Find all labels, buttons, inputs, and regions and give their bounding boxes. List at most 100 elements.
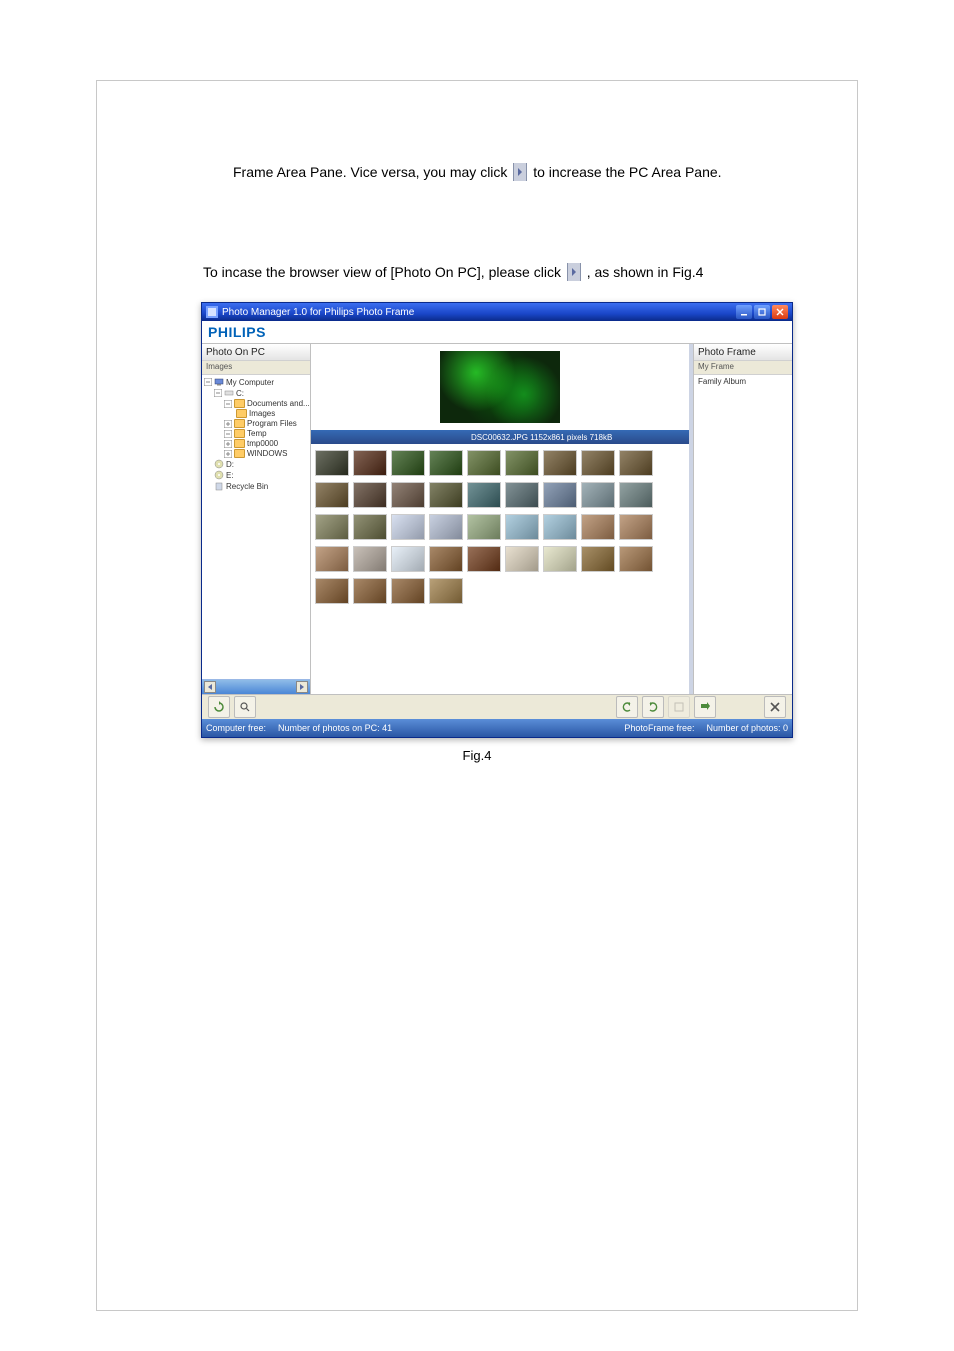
- preview-status: DSC00632.JPG 1152x861 pixels 718kB: [311, 430, 689, 444]
- thumbnail[interactable]: [315, 450, 349, 476]
- thumbnail[interactable]: [429, 546, 463, 572]
- send-icon: [699, 701, 711, 713]
- thumbnail[interactable]: [315, 546, 349, 572]
- thumbnail[interactable]: [543, 514, 577, 540]
- thumbnail[interactable]: [391, 450, 425, 476]
- thumbnail[interactable]: [353, 514, 387, 540]
- thumbnail[interactable]: [315, 514, 349, 540]
- right-panel-body: Family Album: [694, 375, 792, 694]
- folder-icon: [234, 429, 245, 438]
- preview-status-text: DSC00632.JPG 1152x861 pixels 718kB: [471, 433, 612, 442]
- tree-c[interactable]: C:: [236, 389, 244, 398]
- expand-right-icon[interactable]: [296, 681, 308, 693]
- thumbnail[interactable]: [581, 514, 615, 540]
- collapse-left-icon[interactable]: [204, 681, 216, 693]
- rotate-right-icon: [647, 701, 659, 713]
- send-button[interactable]: [694, 696, 716, 718]
- tree-e[interactable]: E:: [226, 471, 234, 480]
- thumbnail[interactable]: [315, 482, 349, 508]
- find-button[interactable]: [234, 696, 256, 718]
- app-window: Photo Manager 1.0 for Philips Photo Fram…: [201, 302, 793, 738]
- preview-area: [311, 344, 689, 430]
- thumbnail[interactable]: [353, 578, 387, 604]
- status-num-frame: Number of photos: 0: [706, 723, 788, 733]
- thumbnail[interactable]: [467, 450, 501, 476]
- cd-icon: [214, 470, 224, 480]
- thumbnail[interactable]: [353, 546, 387, 572]
- refresh-button[interactable]: [208, 696, 230, 718]
- figure-caption: Fig.4: [113, 748, 841, 763]
- folder-icon: [234, 449, 245, 458]
- thumbnail[interactable]: [391, 514, 425, 540]
- thumbnail[interactable]: [467, 482, 501, 508]
- left-panel-bottom-bar: [202, 679, 310, 694]
- drive-icon: [224, 388, 234, 398]
- thumbnail[interactable]: [543, 482, 577, 508]
- tree-win[interactable]: WINDOWS: [247, 449, 287, 458]
- thumbnail[interactable]: [353, 482, 387, 508]
- toolbar: [202, 694, 792, 719]
- preview-image: [440, 351, 560, 423]
- paragraph-2-before: To incase the browser view of [Photo On …: [203, 264, 561, 280]
- thumbnail[interactable]: [467, 546, 501, 572]
- app-icon: [206, 306, 218, 318]
- thumbnail[interactable]: [581, 450, 615, 476]
- thumbnail[interactable]: [505, 482, 539, 508]
- cd-icon: [214, 459, 224, 469]
- thumbnail[interactable]: [391, 578, 425, 604]
- rotate-left-icon: [621, 701, 633, 713]
- thumbnail[interactable]: [543, 450, 577, 476]
- crop-button[interactable]: [668, 696, 690, 718]
- close-toolbar-button[interactable]: [764, 696, 786, 718]
- thumbnail[interactable]: [391, 482, 425, 508]
- tree-recycle[interactable]: Recycle Bin: [226, 482, 268, 491]
- status-frame-free: PhotoFrame free:: [624, 723, 694, 733]
- folder-icon: [234, 399, 245, 408]
- paragraph-1-after: to increase the PC Area Pane.: [533, 164, 721, 180]
- tree-program[interactable]: Program Files: [247, 419, 297, 428]
- window-minimize-button[interactable]: [736, 305, 752, 319]
- tree-root[interactable]: My Computer: [226, 378, 274, 387]
- paragraph-1-before: Frame Area Pane. Vice versa, you may cli…: [233, 164, 511, 180]
- expand-right-icon: [513, 163, 527, 181]
- folder-icon: [234, 439, 245, 448]
- thumbnail[interactable]: [429, 450, 463, 476]
- thumbnail[interactable]: [353, 450, 387, 476]
- rotate-left-button[interactable]: [616, 696, 638, 718]
- folder-icon: [236, 409, 247, 418]
- thumbnail[interactable]: [429, 578, 463, 604]
- statusbar: Computer free: Number of photos on PC: 4…: [202, 719, 792, 737]
- tree-tmp[interactable]: tmp0000: [247, 439, 278, 448]
- tree-d[interactable]: D:: [226, 460, 234, 469]
- tree-images[interactable]: Images: [249, 409, 275, 418]
- close-icon: [770, 702, 780, 712]
- tree-docs[interactable]: Documents and...: [247, 399, 310, 408]
- thumbnail[interactable]: [429, 514, 463, 540]
- thumbnail[interactable]: [581, 546, 615, 572]
- folder-tree[interactable]: My Computer C: Documents and...: [202, 375, 310, 679]
- status-num-pc: Number of photos on PC: 41: [278, 723, 392, 733]
- folder-icon: [234, 419, 245, 428]
- right-tree-root[interactable]: Family Album: [698, 377, 746, 386]
- right-panel-sub: My Frame: [694, 361, 792, 375]
- brand-logo: PHILIPS: [208, 324, 266, 340]
- thumbnail[interactable]: [581, 482, 615, 508]
- status-computer-free: Computer free:: [206, 723, 266, 733]
- thumbnail-grid[interactable]: [311, 444, 689, 694]
- thumbnail[interactable]: [429, 482, 463, 508]
- window-close-button[interactable]: [772, 305, 788, 319]
- thumbnail[interactable]: [619, 546, 653, 572]
- thumbnail[interactable]: [391, 546, 425, 572]
- thumbnail[interactable]: [505, 546, 539, 572]
- thumbnail[interactable]: [315, 578, 349, 604]
- rotate-right-button[interactable]: [642, 696, 664, 718]
- thumbnail[interactable]: [619, 482, 653, 508]
- thumbnail[interactable]: [505, 514, 539, 540]
- tree-temp[interactable]: Temp: [247, 429, 267, 438]
- thumbnail[interactable]: [467, 514, 501, 540]
- thumbnail[interactable]: [543, 546, 577, 572]
- thumbnail[interactable]: [505, 450, 539, 476]
- window-maximize-button[interactable]: [754, 305, 770, 319]
- thumbnail[interactable]: [619, 450, 653, 476]
- thumbnail[interactable]: [619, 514, 653, 540]
